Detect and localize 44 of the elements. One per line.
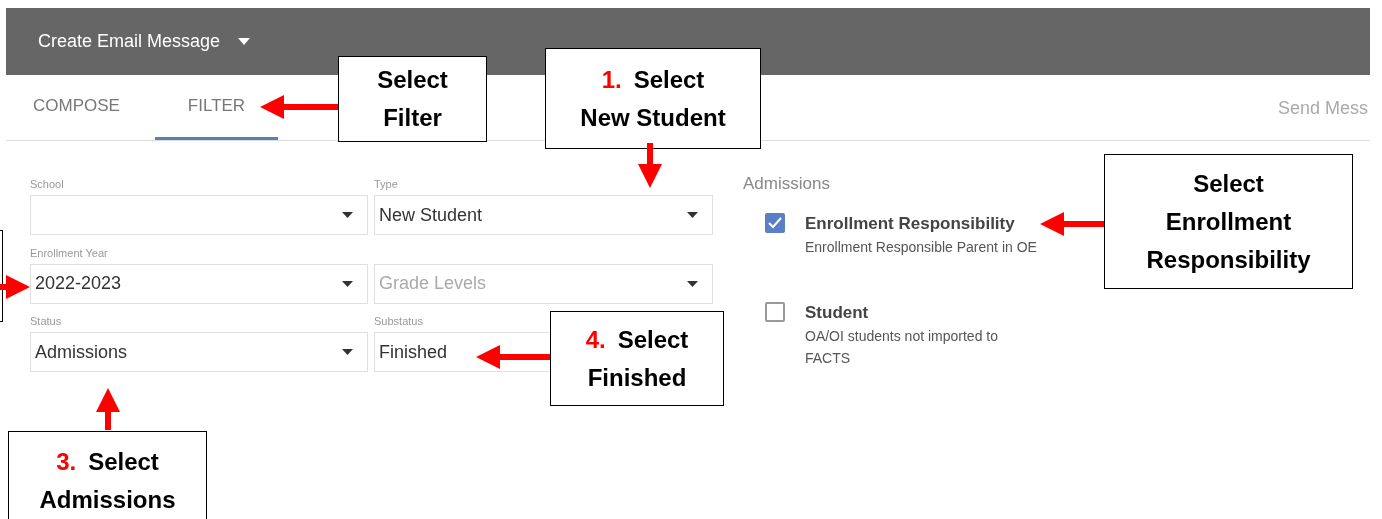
- field-label: Substatus: [374, 314, 424, 329]
- section-heading: Admissions: [743, 173, 830, 195]
- callout-text: Finished: [587, 362, 687, 393]
- option-description: OA/OI students not imported to FACTS: [805, 327, 999, 368]
- callout-text: Select: [377, 65, 448, 95]
- caret-icon: [687, 212, 698, 218]
- callout-text: Enrollment: [1165, 206, 1292, 237]
- callout-text: New Student: [580, 102, 726, 133]
- step-number: 3.: [56, 447, 77, 477]
- callout-text: Select: [88, 447, 159, 477]
- caret-icon: [342, 349, 353, 355]
- caret-icon: [342, 280, 353, 287]
- arrow: [96, 388, 120, 430]
- caret-icon: [687, 280, 698, 287]
- callout-text: Filter: [383, 103, 442, 133]
- dropdown-field[interactable]: [30, 195, 368, 235]
- callout-text: Select: [633, 64, 705, 95]
- caret-icon[interactable]: [238, 38, 251, 45]
- callout-text: Select: [617, 324, 689, 355]
- step-number: 1.: [601, 64, 622, 95]
- option-title: Student: [805, 301, 870, 324]
- caret-icon: [342, 212, 353, 218]
- dropdown-field[interactable]: New Student: [374, 195, 713, 235]
- callout-text: Select: [1193, 168, 1264, 199]
- callout-text: Admissions: [39, 485, 176, 515]
- checkbox[interactable]: [765, 301, 785, 322]
- option-description: Enrollment Responsible Parent in OE: [805, 238, 1038, 257]
- field-label: School: [30, 177, 65, 192]
- dropdown-field[interactable]: Admissions: [30, 332, 368, 372]
- checkbox[interactable]: [765, 212, 785, 233]
- dropdown-field[interactable]: 2022-2023: [30, 263, 368, 304]
- option-title: Enrollment Responsibility: [805, 212, 1016, 235]
- arrow: [1040, 212, 1104, 236]
- field-label: Type: [374, 177, 399, 192]
- tab[interactable]: COMPOSE: [6, 75, 155, 140]
- header-title: Create Email Message: [38, 30, 221, 53]
- step-number: 4.: [585, 324, 606, 355]
- field-label: Enrollment Year: [30, 245, 109, 261]
- arrow: [0, 275, 30, 299]
- dropdown-field[interactable]: Finished: [374, 332, 549, 372]
- callout-text: Responsibility: [1146, 244, 1311, 275]
- field-label: Status: [30, 314, 63, 329]
- arrow: [638, 143, 662, 188]
- tab[interactable]: FILTER: [155, 75, 278, 140]
